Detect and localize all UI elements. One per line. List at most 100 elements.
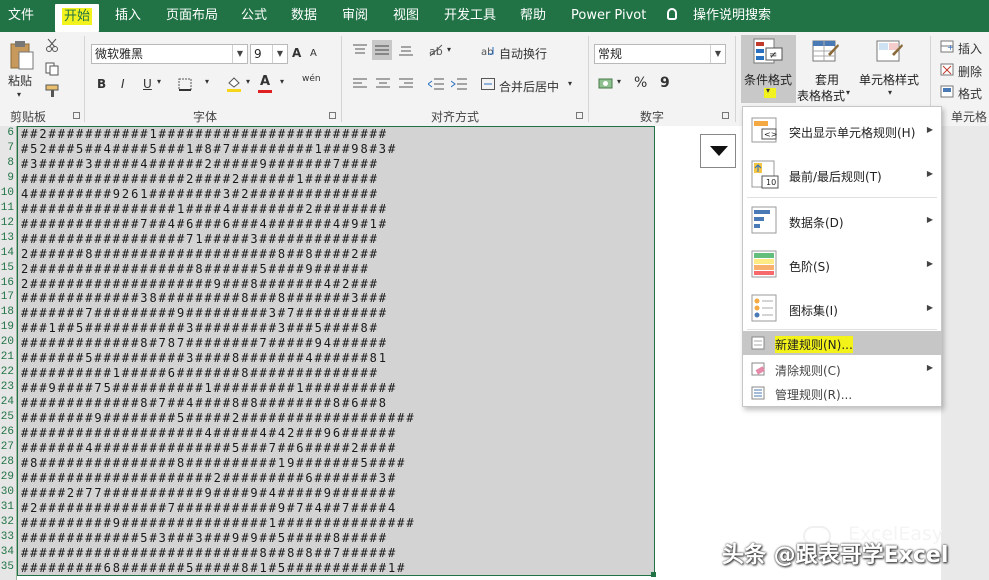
- number-launcher-icon[interactable]: [722, 112, 729, 119]
- menu-item-data-bars[interactable]: 数据条(D) ▶: [743, 203, 941, 239]
- cell-styles-button[interactable]: 单元格样式: [859, 71, 919, 88]
- grid-row[interactable]: #52###5##4####5###1#8#7#########1###98#3…: [21, 143, 397, 156]
- fill-handle[interactable]: [651, 572, 656, 577]
- chevron-down-icon[interactable]: ▾: [888, 88, 892, 97]
- filter-dropdown-button[interactable]: [700, 134, 736, 168]
- alignment-launcher-icon[interactable]: [576, 112, 583, 119]
- grid-row[interactable]: ##########################8##8#8##7#####…: [21, 547, 397, 560]
- format-painter-icon[interactable]: [45, 84, 61, 98]
- row-number[interactable]: 10: [0, 187, 14, 200]
- paste-dropdown-icon[interactable]: ▾: [17, 90, 21, 99]
- row-number[interactable]: 11: [0, 202, 14, 215]
- chevron-down-icon[interactable]: ▾: [246, 77, 250, 86]
- percent-button[interactable]: %: [634, 75, 647, 91]
- grid-row[interactable]: ##2###########1#########################: [21, 128, 388, 141]
- grid-row[interactable]: #3#####3#####4######2#####9#######7####: [21, 158, 379, 171]
- grid-row[interactable]: #############7##4#6###6###4#######4#9#1#: [21, 218, 388, 231]
- row-number[interactable]: 28: [0, 456, 14, 469]
- font-color-button[interactable]: A: [260, 74, 270, 89]
- tab-formulas[interactable]: 公式: [241, 0, 267, 32]
- menu-item-color-scales[interactable]: 色阶(S) ▶: [743, 247, 941, 283]
- row-number[interactable]: 27: [0, 441, 14, 454]
- row-number[interactable]: 9: [0, 172, 14, 185]
- grid-row[interactable]: ##########1#####6#######8##############: [21, 367, 379, 380]
- grid-row[interactable]: ########9########5#####2################…: [21, 412, 416, 425]
- row-number[interactable]: 25: [0, 411, 14, 424]
- font-launcher-icon[interactable]: [329, 112, 336, 119]
- row-number[interactable]: 21: [0, 351, 14, 364]
- comma-style-button[interactable]: 9: [660, 75, 670, 91]
- menu-item-manage-rules[interactable]: 管理规则(R)...: [743, 381, 941, 405]
- tab-developer[interactable]: 开发工具: [444, 0, 496, 32]
- bold-button[interactable]: B: [97, 77, 106, 91]
- grid-row[interactable]: #######7#########9#########3#7##########: [21, 307, 388, 320]
- align-bottom-icon[interactable]: [399, 44, 413, 56]
- align-center-icon[interactable]: [376, 78, 390, 90]
- row-number[interactable]: 14: [0, 247, 14, 260]
- tab-review[interactable]: 审阅: [342, 0, 368, 32]
- italic-button[interactable]: I: [121, 77, 125, 91]
- row-number[interactable]: 13: [0, 232, 14, 245]
- number-format-combo[interactable]: 常规 ▼: [594, 44, 726, 64]
- tab-page-layout[interactable]: 页面布局: [166, 0, 218, 32]
- chevron-down-icon[interactable]: ▼: [272, 45, 287, 63]
- delete-cells-button[interactable]: 删除: [958, 63, 982, 80]
- grid-row[interactable]: 2####################9###8#######4#2###: [21, 277, 379, 291]
- menu-item-new-rule[interactable]: 新建规则(N)...: [743, 331, 941, 355]
- chevron-down-icon[interactable]: ▾: [157, 77, 161, 86]
- tab-file[interactable]: 文件: [8, 0, 34, 32]
- chevron-down-icon[interactable]: ▾: [846, 88, 850, 97]
- grid-row[interactable]: #################1####4########2########: [21, 203, 388, 216]
- format-as-table-button[interactable]: 表格格式: [797, 87, 845, 104]
- tell-me-search[interactable]: 操作说明搜索: [693, 0, 771, 32]
- conditional-format-dropdown[interactable]: ▾: [764, 86, 776, 98]
- insert-cells-button[interactable]: 插入: [958, 40, 982, 57]
- chevron-down-icon[interactable]: ▾: [205, 77, 209, 86]
- grid-row[interactable]: #######5##########3####8#######4######81: [21, 352, 388, 365]
- grid-row[interactable]: #############5#3###3###9#9##5#####8#####: [21, 532, 388, 545]
- row-number[interactable]: 6: [0, 127, 14, 140]
- grid-row[interactable]: 2##################8######5####9######: [21, 263, 370, 276]
- row-number[interactable]: 18: [0, 306, 14, 319]
- chevron-down-icon[interactable]: ▼: [710, 45, 725, 63]
- menu-item-icon-sets[interactable]: 图标集(I) ▶: [743, 291, 941, 327]
- cut-icon[interactable]: [45, 38, 59, 52]
- grid-row[interactable]: #############38#########8###8#######3###: [21, 292, 388, 305]
- align-top-icon[interactable]: [353, 44, 367, 56]
- row-number[interactable]: 32: [0, 516, 14, 529]
- merge-center-button[interactable]: 合并后居中: [499, 78, 559, 95]
- grid-row[interactable]: #############8#7##4####8#8########8#6##8: [21, 397, 388, 410]
- row-number[interactable]: 7: [0, 142, 14, 155]
- grid-row[interactable]: ####################4#####4#42###96#####…: [21, 427, 397, 440]
- row-number[interactable]: 22: [0, 366, 14, 379]
- row-number[interactable]: 24: [0, 396, 14, 409]
- grid-row[interactable]: #####################2#########6#######3…: [21, 472, 397, 485]
- borders-icon[interactable]: [178, 78, 192, 91]
- tab-help[interactable]: 帮助: [520, 0, 546, 32]
- grid-row[interactable]: #8###############8##########19#######5##…: [21, 457, 406, 470]
- chevron-down-icon[interactable]: ▾: [617, 77, 621, 86]
- currency-icon[interactable]: [598, 76, 614, 90]
- shrink-font-button[interactable]: A: [310, 48, 317, 59]
- phonetic-button[interactable]: wén: [302, 74, 321, 84]
- row-number[interactable]: 16: [0, 277, 14, 290]
- row-number[interactable]: 30: [0, 486, 14, 499]
- chevron-down-icon[interactable]: ▾: [447, 45, 451, 54]
- row-number[interactable]: 20: [0, 336, 14, 349]
- grid-row[interactable]: ###9####75##########1#########1#########…: [21, 382, 397, 395]
- copy-icon[interactable]: [45, 62, 59, 76]
- row-number[interactable]: 26: [0, 426, 14, 439]
- paste-button[interactable]: 粘贴: [8, 72, 32, 89]
- align-middle-icon[interactable]: [372, 40, 392, 60]
- row-number[interactable]: 34: [0, 546, 14, 559]
- tab-insert[interactable]: 插入: [115, 0, 141, 32]
- grid-row[interactable]: 4#########9261########3#2##############: [21, 188, 379, 201]
- font-size-combo[interactable]: 9 ▼: [250, 44, 288, 64]
- grid-row[interactable]: #############8#787########7#####94######: [21, 337, 388, 350]
- menu-item-clear-rules[interactable]: 清除规则(C) ▶: [743, 357, 941, 381]
- row-number[interactable]: 33: [0, 531, 14, 544]
- clipboard-launcher-icon[interactable]: [73, 112, 80, 119]
- row-number[interactable]: 31: [0, 501, 14, 514]
- align-left-icon[interactable]: [353, 78, 367, 90]
- chevron-down-icon[interactable]: ▾: [280, 77, 284, 86]
